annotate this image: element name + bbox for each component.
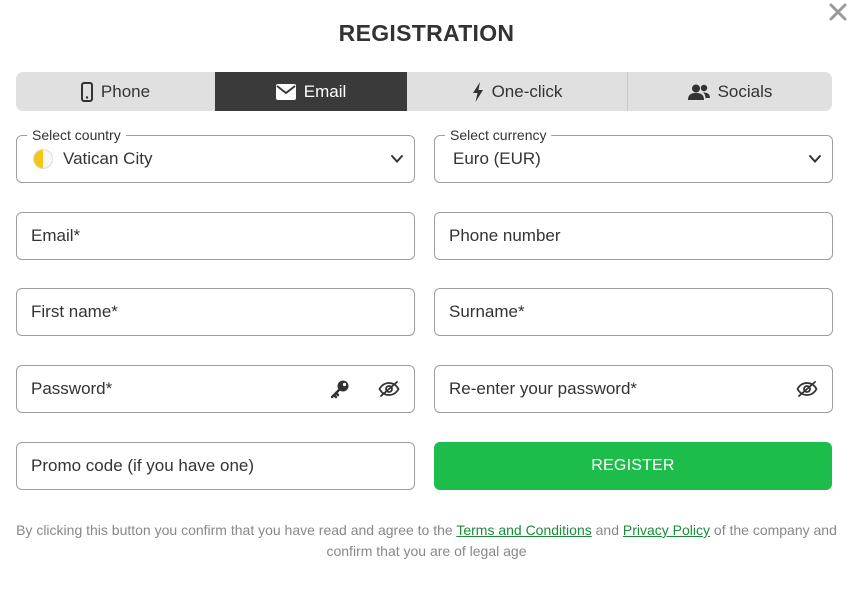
promo-code-field[interactable]: Promo code (if you have one) [16, 442, 415, 490]
eye-slash-icon[interactable] [378, 380, 400, 398]
password-confirm-field[interactable]: Re-enter your password* [434, 365, 833, 413]
password-field[interactable]: Password* [16, 365, 415, 413]
dialog-title: REGISTRATION [338, 20, 515, 46]
registration-tabs: Phone Email One-click Socials [16, 72, 832, 111]
country-select-value: Vatican City [63, 149, 153, 168]
phone-icon [80, 81, 93, 102]
users-icon [687, 84, 710, 100]
password-placeholder: Password* [31, 379, 113, 398]
chevron-down-icon [391, 155, 403, 163]
chevron-down-icon [809, 155, 821, 163]
tab-one-click-label: One-click [491, 81, 563, 101]
promo-code-placeholder: Promo code (if you have one) [31, 456, 255, 475]
legal-and: and [595, 522, 619, 538]
country-select[interactable]: Select country Vatican City [16, 127, 415, 183]
first-name-placeholder: First name* [31, 302, 118, 321]
register-button[interactable]: REGISTER [434, 442, 832, 490]
surname-placeholder: Surname* [449, 302, 525, 321]
first-name-field[interactable]: First name* [16, 288, 415, 336]
email-field[interactable]: Email* [16, 212, 415, 260]
eye-slash-icon[interactable] [796, 380, 818, 398]
currency-select[interactable]: Select currency Euro (EUR) [434, 127, 833, 183]
phone-number-field[interactable]: Phone number [434, 212, 833, 260]
tab-one-click[interactable]: One-click [407, 72, 627, 111]
tab-socials[interactable]: Socials [627, 72, 832, 111]
surname-field[interactable]: Surname* [434, 288, 833, 336]
email-placeholder: Email* [31, 226, 81, 245]
tab-phone[interactable]: Phone [16, 72, 215, 111]
close-icon [829, 3, 847, 21]
tab-socials-label: Socials [717, 81, 773, 101]
currency-select-value: Euro (EUR) [453, 149, 541, 168]
legal-prefix: By clicking this button you confirm that… [16, 522, 453, 538]
tab-email-label: Email [303, 81, 347, 101]
key-icon[interactable] [330, 379, 350, 399]
phone-number-placeholder: Phone number [449, 226, 561, 245]
tab-email[interactable]: Email [215, 72, 407, 111]
lightning-icon [472, 81, 483, 102]
privacy-link[interactable]: Privacy Policy [623, 522, 710, 538]
legal-notice: By clicking this button you confirm that… [10, 520, 843, 562]
tab-phone-label: Phone [100, 81, 151, 101]
password-confirm-placeholder: Re-enter your password* [449, 379, 638, 398]
terms-link[interactable]: Terms and Conditions [456, 522, 591, 538]
vatican-flag-icon [33, 149, 53, 169]
envelope-icon [275, 83, 296, 100]
